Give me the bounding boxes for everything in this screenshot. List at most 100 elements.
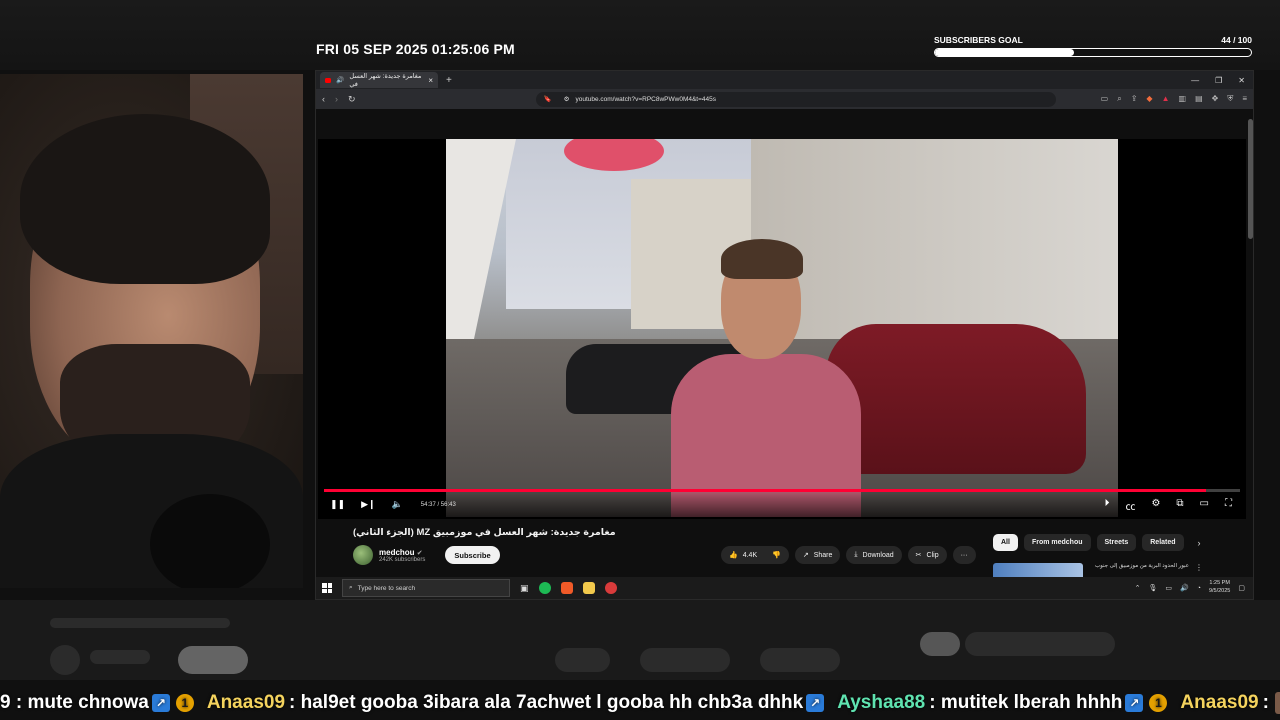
chat-message: 9 : mute chnowa ↗ 1: [0, 692, 197, 714]
more-icon: ···: [960, 551, 968, 559]
close-window-icon[interactable]: ✕: [1238, 76, 1245, 85]
autoplay-toggle-icon[interactable]: ⏵: [1104, 498, 1109, 513]
channel-avatar[interactable]: [353, 545, 373, 565]
share-page-icon[interactable]: ⇪: [1131, 94, 1138, 104]
thumbs-down-icon[interactable]: 👎: [772, 551, 781, 559]
miniplayer-icon[interactable]: ⧉: [1176, 498, 1183, 513]
player-time: 54:37 / 56:43: [420, 501, 456, 508]
video-vlogger-hair: [721, 239, 803, 279]
new-tab-icon[interactable]: +: [446, 75, 452, 86]
notification-icon[interactable]: ▢: [1238, 584, 1245, 592]
pause-icon[interactable]: ❚❚: [330, 499, 345, 510]
theater-mode-icon[interactable]: ▭: [1200, 498, 1209, 513]
fullscreen-icon[interactable]: ⛶: [1225, 498, 1232, 513]
chat-message: Ayshaa88 : mutitek lberah hhhh ↗ 1: [837, 692, 1170, 714]
chat-ticker: 9 : mute chnowa ↗ 1 Anaas09 : hal9et goo…: [0, 686, 1280, 720]
blurred-text: [50, 618, 230, 628]
chat-badge-icon: ↗: [806, 694, 825, 712]
like-button[interactable]: 👍 4.4K 👎: [721, 546, 789, 564]
chat-text: : hal9et gooba 3ibara ala 7achwet l goob…: [289, 692, 804, 713]
microphone-icon[interactable]: 🎙: [1148, 584, 1157, 592]
chip-streets[interactable]: Streets: [1096, 534, 1137, 551]
goal-progress-fill: [935, 49, 1075, 56]
chevron-right-icon[interactable]: ›: [1198, 538, 1201, 548]
sync-icon[interactable]: ◔: [1197, 585, 1201, 592]
tab-close-icon[interactable]: ×: [428, 76, 433, 85]
url-text: youtube.com/watch?v=RPC8wPWw0M4&t=445s: [575, 95, 717, 103]
wallet-icon[interactable]: ▤: [1195, 94, 1203, 104]
overlay-datetime: FRI 05 SEP 2025 01:25:06 PM: [316, 41, 515, 57]
blurred-text: [90, 650, 150, 664]
blurred-background-bottom: [0, 600, 1280, 680]
goal-count: 44 / 100: [1221, 35, 1252, 45]
chat-badge-icon: ↗: [1125, 694, 1144, 712]
tray-chevron-icon[interactable]: ⌃: [1135, 584, 1141, 592]
file-explorer-icon[interactable]: [582, 582, 595, 594]
blurred-pill: [640, 648, 730, 672]
video-frame[interactable]: [446, 139, 1118, 517]
clip-button[interactable]: ✂ Clip: [907, 546, 947, 564]
restore-icon[interactable]: ❐: [1215, 76, 1222, 85]
channel-name-wrap: medchou ✔: [379, 548, 425, 557]
brave-browser-icon[interactable]: [560, 582, 573, 594]
forward-icon[interactable]: ›: [335, 94, 338, 104]
sidebar-icon[interactable]: ▥: [1179, 94, 1187, 104]
video-progress-bar[interactable]: [324, 489, 1240, 492]
brave-shield-icon[interactable]: ◆: [1146, 94, 1152, 104]
volume-icon[interactable]: 🔈: [392, 499, 403, 510]
channel-name[interactable]: medchou: [379, 548, 415, 557]
like-count: 4.4K: [742, 551, 758, 559]
captions-icon[interactable]: ㏄: [1125, 498, 1135, 513]
chat-badge-icon: ↗: [151, 694, 170, 712]
task-view-icon[interactable]: ▣: [520, 583, 529, 594]
player-controls-left: ❚❚ ▶❙ 🔈 54:37 / 56:43: [330, 499, 456, 510]
menu-icon[interactable]: ≡: [1242, 94, 1247, 104]
youtube-favicon-icon: [325, 77, 332, 83]
more-actions-button[interactable]: ···: [952, 546, 976, 564]
blurred-pill: [555, 648, 610, 672]
download-button[interactable]: ⤓ Download: [846, 546, 902, 564]
cast-icon[interactable]: ▭: [1101, 94, 1109, 104]
rewards-icon[interactable]: ▲: [1162, 94, 1170, 104]
obs-icon[interactable]: [604, 582, 617, 594]
network-icon[interactable]: ▭: [1165, 584, 1172, 592]
settings-gear-icon[interactable]: ⚙: [1151, 498, 1160, 513]
stream-scene: FRI 05 SEP 2025 01:25:06 PM SUBSCRIBERS …: [0, 0, 1280, 720]
chat-message: Anaas09 : hal9et gooba 3ibara ala 7achwe…: [207, 692, 827, 714]
video-player[interactable]: ❚❚ ▶❙ 🔈 54:37 / 56:43 ⏵ ㏄ ⚙ ⧉ ▭ ⛶: [318, 139, 1246, 519]
blurred-chip: [965, 632, 1115, 656]
speaker-icon: 🔊: [336, 77, 345, 84]
spotify-icon[interactable]: [538, 582, 551, 594]
taskbar-clock[interactable]: 1:25 PM 9/5/2025: [1209, 580, 1230, 595]
chip-all[interactable]: All: [993, 534, 1018, 551]
windows-taskbar: ⌕ Type here to search ▣ ⌃ 🎙 ▭ 🔊 ◔ 1:25 P…: [316, 577, 1253, 599]
speaker-tray-icon[interactable]: 🔊: [1180, 584, 1189, 592]
taskbar-time: 1:25 PM: [1209, 580, 1230, 587]
chat-text: 9 : mute chnowa: [0, 692, 149, 713]
video-vlogger: [671, 239, 861, 517]
extensions-icon[interactable]: ✥: [1212, 94, 1219, 104]
windows-start-icon[interactable]: [322, 583, 332, 593]
chip-related[interactable]: Related: [1142, 534, 1184, 551]
bookmark-icon[interactable]: 🔖: [544, 95, 552, 103]
next-icon[interactable]: ▶❙: [361, 499, 375, 510]
toolbar-actions: ▭ ⌕ ⇪ ◆ ▲ ▥ ▤ ✥ ⛨ ≡: [1101, 94, 1247, 104]
taskbar-search[interactable]: ⌕ Type here to search: [342, 579, 510, 597]
share-label: Share: [813, 551, 833, 559]
back-icon[interactable]: ‹: [322, 94, 325, 104]
blurred-pill: [760, 648, 840, 672]
subscribe-button[interactable]: Subscribe: [445, 546, 500, 564]
chip-from-channel[interactable]: From medchou: [1023, 534, 1091, 551]
site-info-icon[interactable]: ⚙: [564, 95, 570, 103]
tab-youtube[interactable]: 🔊 مغامرة جديدة: شهر العسل في ×: [320, 72, 438, 88]
minimize-icon[interactable]: —: [1191, 76, 1199, 85]
vpn-icon[interactable]: ⛨: [1227, 94, 1233, 104]
address-bar[interactable]: 🔖 ⚙ youtube.com/watch?v=RPC8wPWw0M4&t=44…: [535, 91, 1056, 107]
tab-strip: 🔊 مغامرة جديدة: شهر العسل في × + — ❐ ✕: [316, 71, 1253, 89]
share-button[interactable]: ↗ Share: [794, 546, 841, 564]
zoom-icon[interactable]: ⌕: [1117, 94, 1121, 104]
goal-label: SUBSCRIBERS GOAL: [934, 35, 1023, 45]
reload-icon[interactable]: ↻: [348, 94, 356, 105]
page-scrollbar[interactable]: [1248, 119, 1253, 239]
taskbar-search-placeholder: Type here to search: [357, 584, 416, 592]
